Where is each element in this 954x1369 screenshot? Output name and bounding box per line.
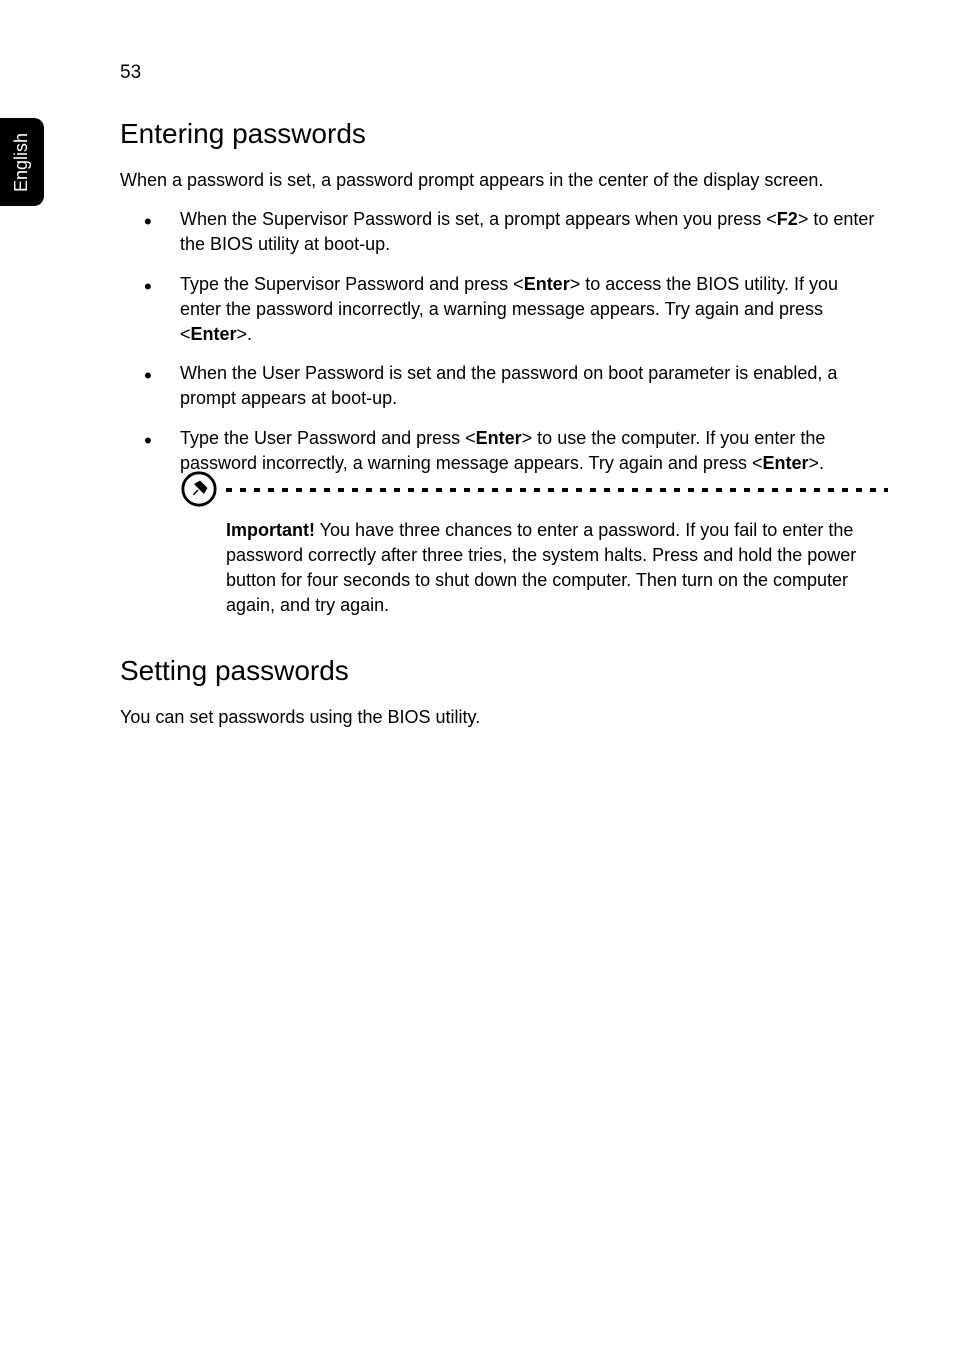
list-item: Type the User Password and press <Enter>… xyxy=(120,426,880,476)
text-fragment: >. xyxy=(237,324,253,344)
section-setting-passwords: Setting passwords You can set passwords … xyxy=(120,655,880,730)
page-content: Entering passwords When a password is se… xyxy=(120,110,880,744)
list-item: When the User Password is set and the pa… xyxy=(120,361,880,411)
note-body: You have three chances to enter a passwo… xyxy=(226,520,856,616)
setting-passwords-text: You can set passwords using the BIOS uti… xyxy=(120,705,880,730)
bullet-list: When the Supervisor Password is set, a p… xyxy=(120,207,880,476)
page-number: 53 xyxy=(120,62,141,84)
list-item: When the Supervisor Password is set, a p… xyxy=(120,207,880,257)
language-tab: English xyxy=(0,118,44,206)
text-fragment: >. xyxy=(808,453,824,473)
intro-paragraph: When a password is set, a password promp… xyxy=(120,168,880,193)
text-fragment: Type the User Password and press < xyxy=(180,428,476,448)
language-label: English xyxy=(12,132,33,191)
key-name: Enter xyxy=(191,324,237,344)
heading-setting-passwords: Setting passwords xyxy=(120,655,880,687)
text-fragment: When the Supervisor Password is set, a p… xyxy=(180,209,777,229)
heading-entering-passwords: Entering passwords xyxy=(120,118,880,150)
note-label: Important! xyxy=(226,520,315,540)
key-name: Enter xyxy=(476,428,522,448)
key-name: Enter xyxy=(762,453,808,473)
pin-icon xyxy=(180,470,218,508)
important-note: Important! You have three chances to ent… xyxy=(180,490,880,619)
key-name: Enter xyxy=(524,274,570,294)
text-fragment: When the User Password is set and the pa… xyxy=(180,363,837,408)
key-name: F2 xyxy=(777,209,798,229)
note-text: Important! You have three chances to ent… xyxy=(180,504,880,619)
list-item: Type the Supervisor Password and press <… xyxy=(120,272,880,348)
dashed-divider xyxy=(226,488,888,492)
text-fragment: Type the Supervisor Password and press < xyxy=(180,274,524,294)
